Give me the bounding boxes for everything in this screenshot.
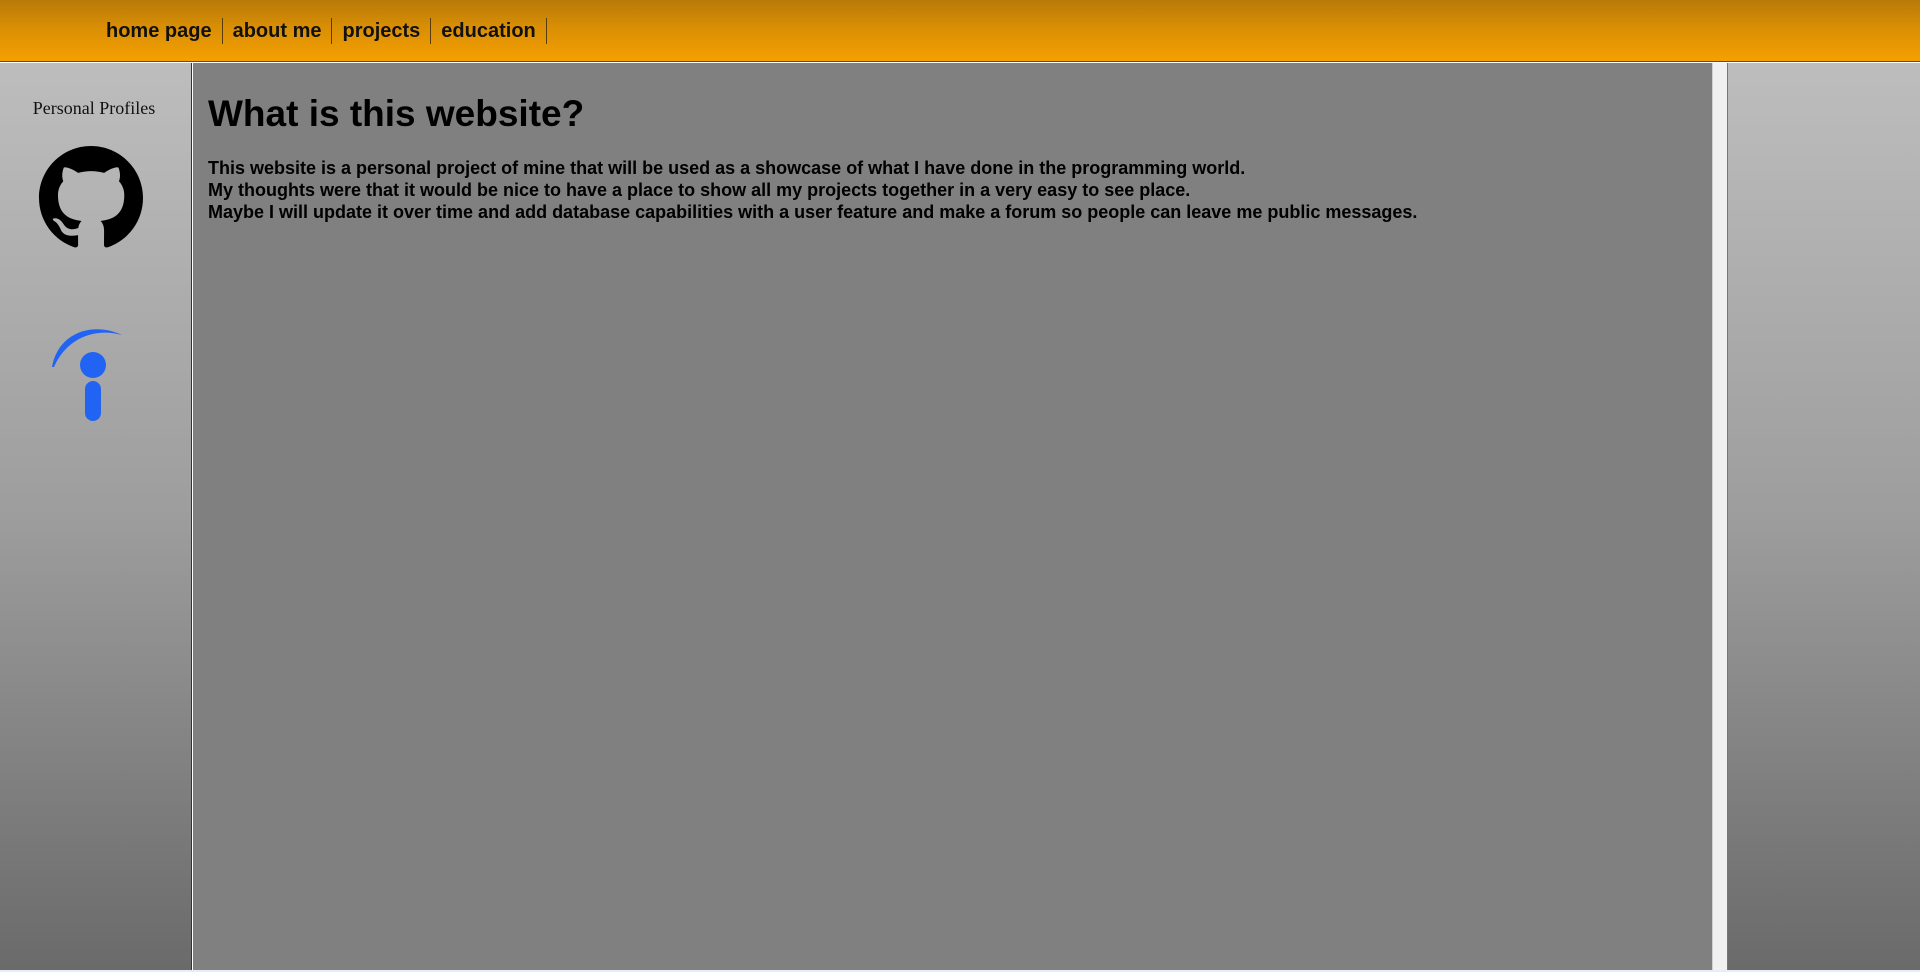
intro-line-1: This website is a personal project of mi… (208, 158, 1246, 178)
content-divider (1712, 63, 1727, 972)
nav-projects[interactable]: projects (332, 18, 432, 44)
github-icon (39, 146, 143, 248)
nav-about-me[interactable]: about me (223, 18, 333, 44)
main-content: What is this website? This website is a … (193, 63, 1712, 972)
main-nav: home page about me projects education (98, 18, 547, 44)
top-navigation-bar: home page about me projects education (0, 0, 1920, 62)
github-profile-link[interactable] (36, 146, 146, 250)
indeed-icon (52, 329, 122, 421)
intro-line-3: Maybe I will update it over time and add… (208, 202, 1418, 222)
nav-education[interactable]: education (431, 18, 547, 44)
indeed-profile-link[interactable] (48, 319, 128, 423)
right-sidebar (1727, 63, 1920, 972)
nav-home-page[interactable]: home page (98, 18, 223, 44)
left-sidebar: Personal Profiles (0, 63, 192, 972)
page-heading: What is this website? (208, 93, 585, 134)
intro-line-2: My thoughts were that it would be nice t… (208, 180, 1191, 200)
sidebar-title: Personal Profiles (32, 98, 156, 118)
intro-text: This website is a personal project of mi… (208, 157, 1417, 223)
